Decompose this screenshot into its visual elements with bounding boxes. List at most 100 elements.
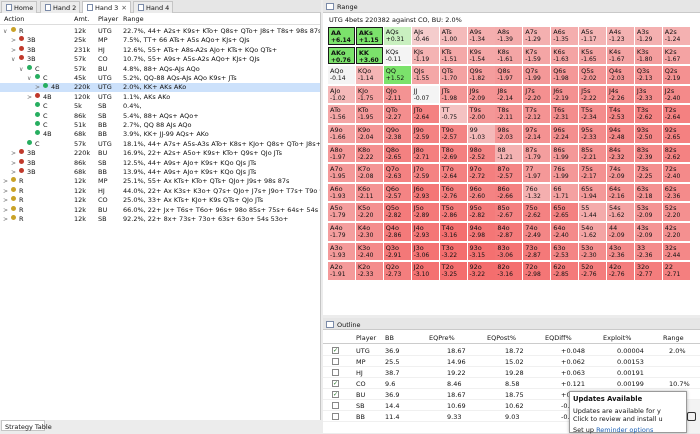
hand-cell[interactable]: Q3s -2.13 xyxy=(634,66,662,84)
hand-cell[interactable]: A6o -1.93 xyxy=(328,183,355,202)
hand-cell[interactable]: JTo -2.64 xyxy=(411,105,439,123)
hand-cell[interactable]: 42s -2.20 xyxy=(662,223,690,241)
hand-cell[interactable]: 86s -1.99 xyxy=(551,144,579,163)
hand-cell[interactable]: J4o -2.93 xyxy=(411,223,439,241)
hand-cell[interactable]: T7o -2.64 xyxy=(439,164,467,182)
hand-cell[interactable]: 33 -2.36 xyxy=(634,242,662,261)
hand-cell[interactable]: K6s -1.63 xyxy=(551,46,579,65)
hand-cell[interactable]: 75s -2.17 xyxy=(579,164,607,182)
hand-cell[interactable]: QQ +1.52 xyxy=(383,66,411,84)
hand-cell[interactable]: QTo -2.27 xyxy=(383,105,411,123)
hand-cell[interactable]: 96o -2.60 xyxy=(467,183,495,202)
hand-cell[interactable]: 95s -2.33 xyxy=(579,125,607,143)
hand-cell[interactable]: T5o -2.86 xyxy=(439,203,467,221)
tab-hand-2[interactable]: Hand 2 xyxy=(40,1,81,13)
hand-cell[interactable]: 87o -2.57 xyxy=(495,164,523,182)
hand-cell[interactable]: 83s -2.39 xyxy=(634,144,662,163)
hand-cell[interactable]: 64o -2.40 xyxy=(551,223,579,241)
header-eqpre[interactable]: EQPre% xyxy=(429,334,455,342)
tree-row[interactable]: >3B 86k SB 12.5%, 44+ A9s+ AJo+ K9s+ KQo QJ… xyxy=(0,158,320,168)
tab-strategy-table[interactable]: Strategy Table xyxy=(1,420,52,431)
hand-cell[interactable]: AQs +0.31 xyxy=(383,27,411,45)
hand-cell[interactable]: K3o -2.40 xyxy=(355,242,383,261)
hand-cell[interactable]: 22 -2.71 xyxy=(662,262,690,280)
hand-cell[interactable]: 55 -1.44 xyxy=(579,203,607,221)
hand-cell[interactable]: AKs +1.15 xyxy=(355,27,383,45)
hand-cell[interactable]: A7o -1.95 xyxy=(328,164,355,182)
hand-cell[interactable]: 64s -2.16 xyxy=(607,183,634,202)
hand-cell[interactable]: Q6o -2.57 xyxy=(383,183,411,202)
hand-cell[interactable]: KJs -1.19 xyxy=(411,46,439,65)
hand-cell[interactable]: A6s -1.35 xyxy=(551,27,579,45)
hand-cell[interactable]: 62o -2.85 xyxy=(551,262,579,280)
hand-cell[interactable]: 72s -2.40 xyxy=(662,164,690,182)
hand-cell[interactable]: KQo -1.14 xyxy=(355,66,383,84)
hand-cell[interactable]: A9s -1.34 xyxy=(467,27,495,45)
hand-cell[interactable]: 83o -3.06 xyxy=(495,242,523,261)
hand-cell[interactable]: K2s -1.67 xyxy=(662,46,690,65)
hand-cell[interactable]: 43s -2.09 xyxy=(634,223,662,241)
hand-cell[interactable]: T8s -2.11 xyxy=(495,105,523,123)
hand-cell[interactable]: K4o -2.30 xyxy=(355,223,383,241)
hand-cell[interactable]: 77 -1.97 xyxy=(523,164,551,182)
chevron-down-icon[interactable]: ∨ xyxy=(11,55,15,64)
hand-cell[interactable]: ATs -1.00 xyxy=(439,27,467,45)
tree-row[interactable]: >4B 220k UTG 2.0%, KK+ AKs AKo xyxy=(0,83,320,93)
player-checkbox[interactable]: ✓ xyxy=(332,380,339,387)
hand-cell[interactable]: KK +3.60 xyxy=(355,46,383,65)
hand-cell[interactable]: 65s -1.94 xyxy=(579,183,607,202)
player-checkbox[interactable] xyxy=(332,369,339,376)
hand-cell[interactable]: 63o -2.53 xyxy=(551,242,579,261)
hand-cell[interactable]: 92o -3.22 xyxy=(467,262,495,280)
hand-cell[interactable]: A4s -1.23 xyxy=(607,27,634,45)
hand-cell[interactable]: K3s -1.80 xyxy=(634,46,662,65)
close-icon[interactable]: ✕ xyxy=(121,4,126,12)
hand-cell[interactable]: 63s -2.18 xyxy=(634,183,662,202)
hand-cell[interactable]: T7s -2.12 xyxy=(523,105,551,123)
hand-cell[interactable]: KQs -0.11 xyxy=(383,46,411,65)
hand-cell[interactable]: K2o -2.33 xyxy=(355,262,383,280)
hand-cell[interactable]: 93s -2.50 xyxy=(634,125,662,143)
player-checkbox[interactable]: ✓ xyxy=(332,347,339,354)
hand-cell[interactable]: QTs -1.70 xyxy=(439,66,467,84)
tree-row[interactable]: ∨ R 12k UTG 22.7%, 44+ A2s+ K9s+ KTo+ Q8s+ Q… xyxy=(0,27,320,36)
hand-cell[interactable]: Q9o -2.38 xyxy=(383,125,411,143)
chevron-down-icon[interactable]: ∨ xyxy=(3,27,7,36)
chevron-right-icon[interactable]: > xyxy=(11,149,16,158)
hand-cell[interactable]: J6s -2.19 xyxy=(551,85,579,104)
tree-row[interactable]: C 86k SB 5.4%, 88+ AQs+ AQo+ xyxy=(0,111,320,121)
hand-cell[interactable]: 85o -2.67 xyxy=(495,203,523,221)
hand-cell[interactable]: A4o -1.79 xyxy=(328,223,355,241)
tree-row[interactable]: C 5k SB 0.4%, xyxy=(0,102,320,111)
hand-cell[interactable]: Q8s -1.97 xyxy=(495,66,523,84)
hand-cell[interactable]: 97o -2.72 xyxy=(467,164,495,182)
updates-notification[interactable]: Updates Available Updates are available … xyxy=(569,391,687,434)
hand-cell[interactable]: AKo +0.76 xyxy=(328,46,355,65)
header-player[interactable]: Player xyxy=(356,334,376,342)
hand-cell[interactable]: 32o -2.77 xyxy=(634,262,662,280)
hand-cell[interactable]: T3o -3.22 xyxy=(439,242,467,261)
hand-cell[interactable]: 53s -2.09 xyxy=(634,203,662,221)
tree-row[interactable]: ∨ C 45k UTG 5.2%, QQ-88 AQs-AJs AQo K9s+ JTs xyxy=(0,74,320,83)
chevron-right-icon[interactable]: > xyxy=(3,196,8,205)
tree-row[interactable]: >3B 68k BB 13.9%, 44+ A9s+ AJo+ K9s+ KQo QJ… xyxy=(0,168,320,177)
hand-cell[interactable]: J2o -3.10 xyxy=(411,262,439,280)
chevron-right-icon[interactable]: > xyxy=(11,46,16,55)
hand-cell[interactable]: 74s -2.09 xyxy=(607,164,634,182)
header-amt[interactable]: Amt. xyxy=(74,15,89,23)
hand-cell[interactable]: 92s -2.65 xyxy=(662,125,690,143)
hand-cell[interactable]: J7o -2.59 xyxy=(411,164,439,182)
outline-row[interactable]: HJ 38.7 19.22 19.28 +0.063 0.00191 xyxy=(323,368,700,378)
hand-cell[interactable]: 96s -2.24 xyxy=(551,125,579,143)
hand-cell[interactable]: A3s -1.29 xyxy=(634,27,662,45)
hand-cell[interactable]: T9o -2.57 xyxy=(439,125,467,143)
hand-cell[interactable]: 54s -1.62 xyxy=(607,203,634,221)
hand-cell[interactable]: Q5s -2.02 xyxy=(579,66,607,84)
hand-cell[interactable]: J3s -2.33 xyxy=(634,85,662,104)
tree-row[interactable]: 4B 68k BB 3.9%, KK+ JJ-99 AQs+ AKo xyxy=(0,130,320,139)
header-range[interactable]: Range xyxy=(663,334,684,342)
hand-cell[interactable]: T4o -3.16 xyxy=(439,223,467,241)
hand-cell[interactable]: K7o -2.08 xyxy=(355,164,383,182)
hand-cell[interactable]: 95o -2.82 xyxy=(467,203,495,221)
hand-cell[interactable]: 43o -2.36 xyxy=(607,242,634,261)
